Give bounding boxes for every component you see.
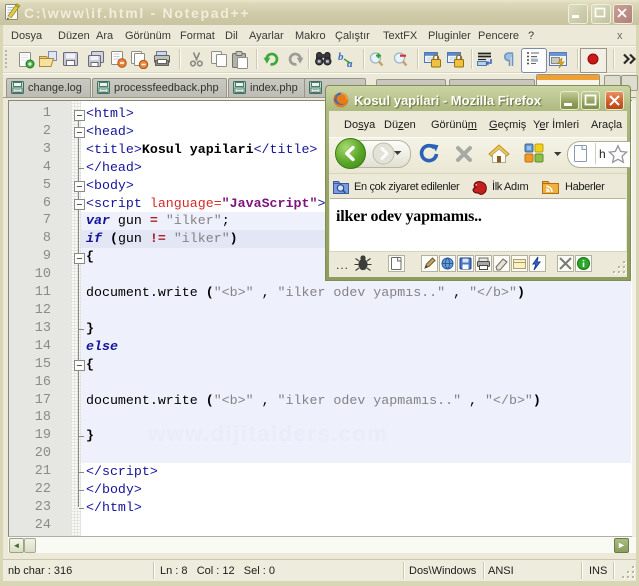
- svg-text:b: b: [338, 51, 344, 63]
